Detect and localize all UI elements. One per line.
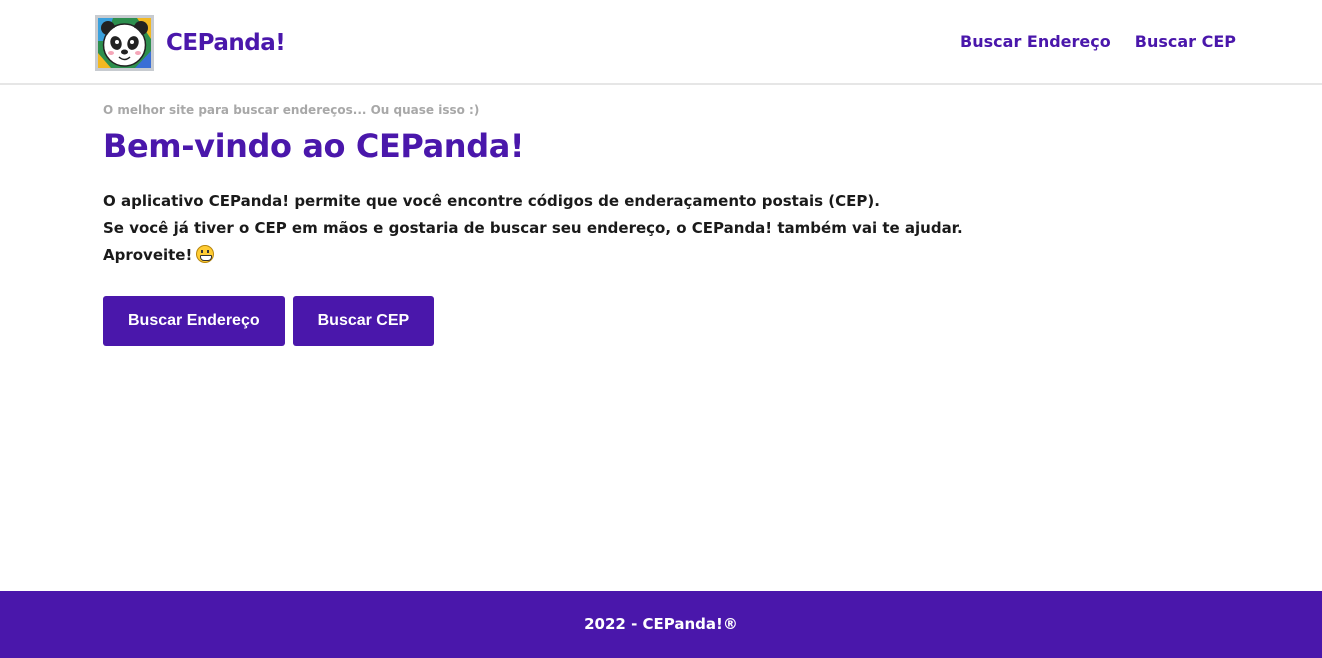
nav-buscar-cep-link[interactable]: Buscar CEP xyxy=(1135,32,1236,51)
intro-paragraph: O aplicativo CEPanda! permite que você e… xyxy=(103,192,880,210)
footer-copyright: 2022 - CEPanda!® xyxy=(584,615,738,633)
tagline: O melhor site para buscar endereços... O… xyxy=(103,103,480,117)
intro-paragraph: Se você já tiver o CEP em mãos e gostari… xyxy=(103,219,963,237)
intro-paragraph-closing: Aproveite! xyxy=(103,242,1203,269)
intro-text: O aplicativo CEPanda! permite que você e… xyxy=(103,188,1203,269)
site-footer: 2022 - CEPanda!® xyxy=(0,591,1322,658)
top-nav: Buscar Endereço Buscar CEP xyxy=(960,32,1236,51)
nav-buscar-endereco-link[interactable]: Buscar Endereço xyxy=(960,32,1111,51)
enjoy-text: Aproveite! xyxy=(103,246,193,264)
page-title: Bem-vindo ao CEPanda! xyxy=(103,127,525,165)
brand-name: CEPanda! xyxy=(166,29,286,56)
main-content: O melhor site para buscar endereços... O… xyxy=(103,100,1203,346)
grinning-face-icon xyxy=(196,245,215,263)
action-buttons: Buscar Endereço Buscar CEP xyxy=(103,296,1203,346)
buscar-cep-button[interactable]: Buscar CEP xyxy=(292,296,435,346)
buscar-endereco-button[interactable]: Buscar Endereço xyxy=(103,296,285,346)
panda-map-logo-icon xyxy=(95,15,154,71)
site-header: CEPanda! Buscar Endereço Buscar CEP xyxy=(0,0,1322,85)
brand-home-link[interactable]: CEPanda! xyxy=(93,11,286,74)
